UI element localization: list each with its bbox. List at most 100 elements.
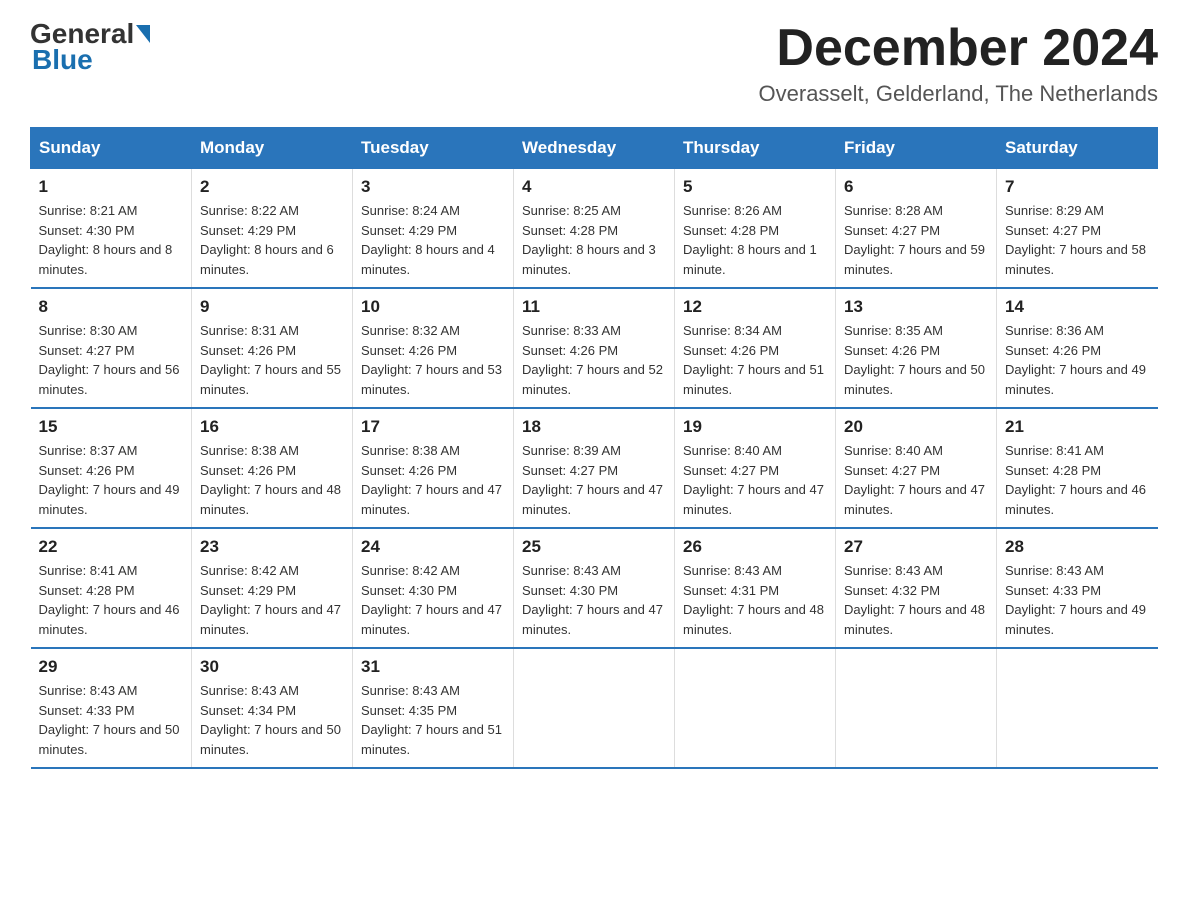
day-info: Sunrise: 8:25 AM Sunset: 4:28 PM Dayligh… bbox=[522, 201, 666, 279]
calendar-week-row: 8 Sunrise: 8:30 AM Sunset: 4:27 PM Dayli… bbox=[31, 288, 1158, 408]
calendar-cell: 6 Sunrise: 8:28 AM Sunset: 4:27 PM Dayli… bbox=[836, 169, 997, 289]
day-info: Sunrise: 8:43 AM Sunset: 4:31 PM Dayligh… bbox=[683, 561, 827, 639]
calendar-cell: 13 Sunrise: 8:35 AM Sunset: 4:26 PM Dayl… bbox=[836, 288, 997, 408]
calendar-cell: 3 Sunrise: 8:24 AM Sunset: 4:29 PM Dayli… bbox=[353, 169, 514, 289]
day-number: 31 bbox=[361, 657, 505, 677]
location-title: Overasselt, Gelderland, The Netherlands bbox=[759, 81, 1158, 107]
day-number: 30 bbox=[200, 657, 344, 677]
day-number: 8 bbox=[39, 297, 184, 317]
calendar-header: Sunday Monday Tuesday Wednesday Thursday… bbox=[31, 128, 1158, 169]
day-info: Sunrise: 8:43 AM Sunset: 4:33 PM Dayligh… bbox=[1005, 561, 1150, 639]
day-info: Sunrise: 8:33 AM Sunset: 4:26 PM Dayligh… bbox=[522, 321, 666, 399]
day-info: Sunrise: 8:29 AM Sunset: 4:27 PM Dayligh… bbox=[1005, 201, 1150, 279]
day-info: Sunrise: 8:34 AM Sunset: 4:26 PM Dayligh… bbox=[683, 321, 827, 399]
day-info: Sunrise: 8:42 AM Sunset: 4:30 PM Dayligh… bbox=[361, 561, 505, 639]
calendar-week-row: 22 Sunrise: 8:41 AM Sunset: 4:28 PM Dayl… bbox=[31, 528, 1158, 648]
day-info: Sunrise: 8:26 AM Sunset: 4:28 PM Dayligh… bbox=[683, 201, 827, 279]
calendar-body: 1 Sunrise: 8:21 AM Sunset: 4:30 PM Dayli… bbox=[31, 169, 1158, 769]
day-number: 27 bbox=[844, 537, 988, 557]
day-info: Sunrise: 8:36 AM Sunset: 4:26 PM Dayligh… bbox=[1005, 321, 1150, 399]
day-number: 2 bbox=[200, 177, 344, 197]
calendar-cell: 24 Sunrise: 8:42 AM Sunset: 4:30 PM Dayl… bbox=[353, 528, 514, 648]
day-info: Sunrise: 8:32 AM Sunset: 4:26 PM Dayligh… bbox=[361, 321, 505, 399]
day-number: 7 bbox=[1005, 177, 1150, 197]
day-number: 15 bbox=[39, 417, 184, 437]
calendar-cell: 8 Sunrise: 8:30 AM Sunset: 4:27 PM Dayli… bbox=[31, 288, 192, 408]
day-info: Sunrise: 8:43 AM Sunset: 4:30 PM Dayligh… bbox=[522, 561, 666, 639]
day-number: 26 bbox=[683, 537, 827, 557]
day-number: 9 bbox=[200, 297, 344, 317]
day-number: 22 bbox=[39, 537, 184, 557]
day-info: Sunrise: 8:37 AM Sunset: 4:26 PM Dayligh… bbox=[39, 441, 184, 519]
calendar-cell: 4 Sunrise: 8:25 AM Sunset: 4:28 PM Dayli… bbox=[514, 169, 675, 289]
calendar-cell: 30 Sunrise: 8:43 AM Sunset: 4:34 PM Dayl… bbox=[192, 648, 353, 768]
day-number: 17 bbox=[361, 417, 505, 437]
calendar-table: Sunday Monday Tuesday Wednesday Thursday… bbox=[30, 127, 1158, 769]
day-info: Sunrise: 8:43 AM Sunset: 4:35 PM Dayligh… bbox=[361, 681, 505, 759]
calendar-cell bbox=[836, 648, 997, 768]
calendar-cell: 14 Sunrise: 8:36 AM Sunset: 4:26 PM Dayl… bbox=[997, 288, 1158, 408]
calendar-cell: 1 Sunrise: 8:21 AM Sunset: 4:30 PM Dayli… bbox=[31, 169, 192, 289]
day-number: 14 bbox=[1005, 297, 1150, 317]
day-number: 12 bbox=[683, 297, 827, 317]
month-title: December 2024 bbox=[759, 20, 1158, 77]
header-row: Sunday Monday Tuesday Wednesday Thursday… bbox=[31, 128, 1158, 169]
day-number: 6 bbox=[844, 177, 988, 197]
calendar-cell bbox=[675, 648, 836, 768]
day-number: 5 bbox=[683, 177, 827, 197]
calendar-cell: 10 Sunrise: 8:32 AM Sunset: 4:26 PM Dayl… bbox=[353, 288, 514, 408]
calendar-cell: 9 Sunrise: 8:31 AM Sunset: 4:26 PM Dayli… bbox=[192, 288, 353, 408]
day-info: Sunrise: 8:42 AM Sunset: 4:29 PM Dayligh… bbox=[200, 561, 344, 639]
calendar-cell: 15 Sunrise: 8:37 AM Sunset: 4:26 PM Dayl… bbox=[31, 408, 192, 528]
calendar-cell bbox=[997, 648, 1158, 768]
day-number: 10 bbox=[361, 297, 505, 317]
logo-arrow-icon bbox=[136, 25, 150, 43]
day-number: 23 bbox=[200, 537, 344, 557]
calendar-week-row: 29 Sunrise: 8:43 AM Sunset: 4:33 PM Dayl… bbox=[31, 648, 1158, 768]
day-number: 29 bbox=[39, 657, 184, 677]
day-number: 24 bbox=[361, 537, 505, 557]
calendar-week-row: 15 Sunrise: 8:37 AM Sunset: 4:26 PM Dayl… bbox=[31, 408, 1158, 528]
day-number: 21 bbox=[1005, 417, 1150, 437]
day-info: Sunrise: 8:43 AM Sunset: 4:32 PM Dayligh… bbox=[844, 561, 988, 639]
day-number: 19 bbox=[683, 417, 827, 437]
calendar-cell: 16 Sunrise: 8:38 AM Sunset: 4:26 PM Dayl… bbox=[192, 408, 353, 528]
calendar-cell: 29 Sunrise: 8:43 AM Sunset: 4:33 PM Dayl… bbox=[31, 648, 192, 768]
calendar-cell: 22 Sunrise: 8:41 AM Sunset: 4:28 PM Dayl… bbox=[31, 528, 192, 648]
day-number: 13 bbox=[844, 297, 988, 317]
day-info: Sunrise: 8:30 AM Sunset: 4:27 PM Dayligh… bbox=[39, 321, 184, 399]
day-info: Sunrise: 8:28 AM Sunset: 4:27 PM Dayligh… bbox=[844, 201, 988, 279]
day-info: Sunrise: 8:38 AM Sunset: 4:26 PM Dayligh… bbox=[361, 441, 505, 519]
day-info: Sunrise: 8:21 AM Sunset: 4:30 PM Dayligh… bbox=[39, 201, 184, 279]
calendar-cell: 2 Sunrise: 8:22 AM Sunset: 4:29 PM Dayli… bbox=[192, 169, 353, 289]
title-section: December 2024 Overasselt, Gelderland, Th… bbox=[759, 20, 1158, 107]
day-number: 1 bbox=[39, 177, 184, 197]
calendar-cell bbox=[514, 648, 675, 768]
header-tuesday: Tuesday bbox=[353, 128, 514, 169]
day-number: 25 bbox=[522, 537, 666, 557]
calendar-cell: 31 Sunrise: 8:43 AM Sunset: 4:35 PM Dayl… bbox=[353, 648, 514, 768]
day-number: 16 bbox=[200, 417, 344, 437]
calendar-cell: 28 Sunrise: 8:43 AM Sunset: 4:33 PM Dayl… bbox=[997, 528, 1158, 648]
logo: General Blue bbox=[30, 20, 150, 76]
day-info: Sunrise: 8:22 AM Sunset: 4:29 PM Dayligh… bbox=[200, 201, 344, 279]
calendar-cell: 12 Sunrise: 8:34 AM Sunset: 4:26 PM Dayl… bbox=[675, 288, 836, 408]
day-info: Sunrise: 8:35 AM Sunset: 4:26 PM Dayligh… bbox=[844, 321, 988, 399]
calendar-cell: 25 Sunrise: 8:43 AM Sunset: 4:30 PM Dayl… bbox=[514, 528, 675, 648]
logo-blue: Blue bbox=[32, 44, 93, 76]
calendar-week-row: 1 Sunrise: 8:21 AM Sunset: 4:30 PM Dayli… bbox=[31, 169, 1158, 289]
day-info: Sunrise: 8:40 AM Sunset: 4:27 PM Dayligh… bbox=[844, 441, 988, 519]
page-header: General Blue December 2024 Overasselt, G… bbox=[30, 20, 1158, 107]
header-sunday: Sunday bbox=[31, 128, 192, 169]
day-number: 28 bbox=[1005, 537, 1150, 557]
header-friday: Friday bbox=[836, 128, 997, 169]
day-info: Sunrise: 8:43 AM Sunset: 4:34 PM Dayligh… bbox=[200, 681, 344, 759]
calendar-cell: 7 Sunrise: 8:29 AM Sunset: 4:27 PM Dayli… bbox=[997, 169, 1158, 289]
day-info: Sunrise: 8:41 AM Sunset: 4:28 PM Dayligh… bbox=[39, 561, 184, 639]
day-info: Sunrise: 8:38 AM Sunset: 4:26 PM Dayligh… bbox=[200, 441, 344, 519]
day-number: 18 bbox=[522, 417, 666, 437]
calendar-cell: 17 Sunrise: 8:38 AM Sunset: 4:26 PM Dayl… bbox=[353, 408, 514, 528]
header-thursday: Thursday bbox=[675, 128, 836, 169]
header-monday: Monday bbox=[192, 128, 353, 169]
calendar-cell: 20 Sunrise: 8:40 AM Sunset: 4:27 PM Dayl… bbox=[836, 408, 997, 528]
